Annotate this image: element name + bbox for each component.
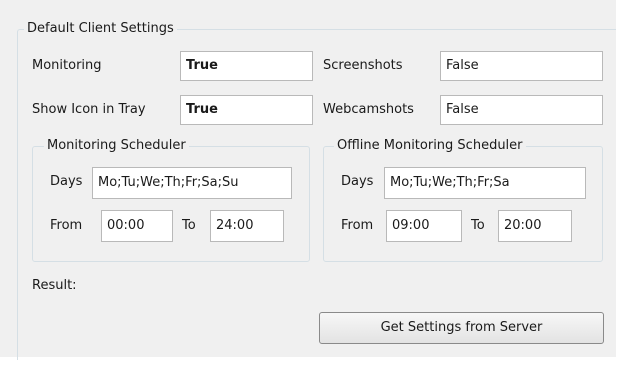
show-icon-in-tray-field[interactable]: True xyxy=(180,95,313,125)
offline-scheduler-group xyxy=(323,146,603,262)
offline-from-label: From xyxy=(341,218,374,233)
result-label: Result: xyxy=(32,278,77,293)
scheduler-days-label: Days xyxy=(50,174,83,189)
get-settings-from-server-button[interactable]: Get Settings from Server xyxy=(319,312,604,344)
offline-to-field[interactable]: 20:00 xyxy=(498,210,572,242)
settings-panel: Default Client Settings Monitoring True … xyxy=(0,0,623,366)
default-client-settings-title: Default Client Settings xyxy=(24,21,177,37)
monitoring-scheduler-title: Monitoring Scheduler xyxy=(44,138,189,154)
monitoring-label: Monitoring xyxy=(32,58,102,73)
offline-days-field[interactable]: Mo;Tu;We;Th;Fr;Sa xyxy=(384,167,586,199)
show-icon-in-tray-label: Show Icon in Tray xyxy=(32,102,146,117)
offline-scheduler-title: Offline Monitoring Scheduler xyxy=(334,138,526,154)
screenshots-field[interactable]: False xyxy=(440,51,603,81)
scheduler-from-label: From xyxy=(50,218,83,233)
monitoring-field[interactable]: True xyxy=(180,51,313,81)
webcamshots-field[interactable]: False xyxy=(440,95,603,125)
offline-to-label: To xyxy=(471,218,485,233)
webcamshots-label: Webcamshots xyxy=(323,102,414,117)
offline-from-field[interactable]: 09:00 xyxy=(386,210,462,242)
offline-days-label: Days xyxy=(341,174,374,189)
scheduler-to-label: To xyxy=(182,218,196,233)
scheduler-from-field[interactable]: 00:00 xyxy=(101,210,173,242)
panel-edge-right xyxy=(616,0,623,366)
scheduler-days-field[interactable]: Mo;Tu;We;Th;Fr;Sa;Su xyxy=(92,167,292,199)
scheduler-to-field[interactable]: 24:00 xyxy=(210,210,284,242)
screenshots-label: Screenshots xyxy=(323,58,403,73)
monitoring-scheduler-group xyxy=(32,146,310,262)
